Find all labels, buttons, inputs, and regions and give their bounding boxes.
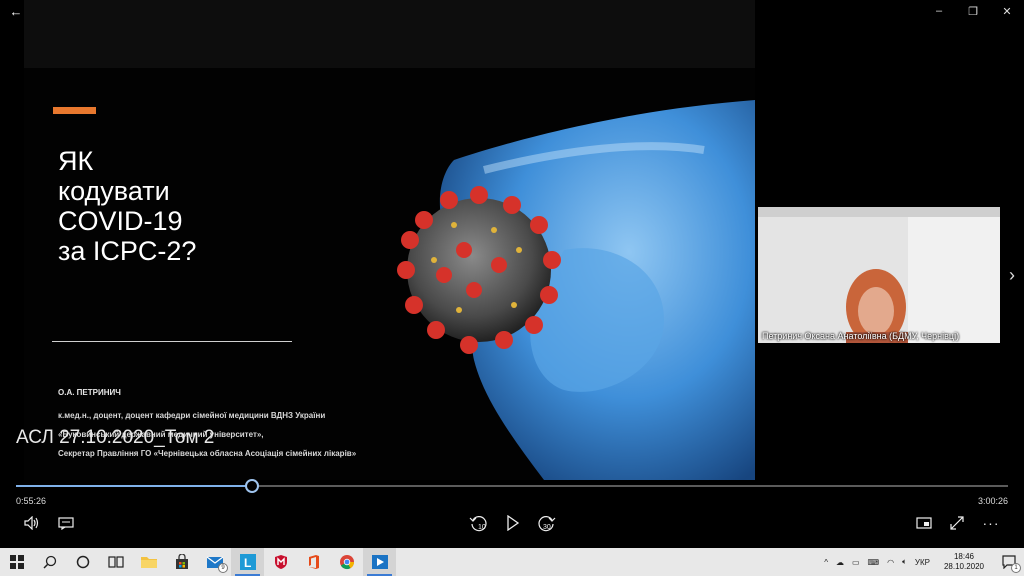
- play-button[interactable]: [503, 512, 523, 534]
- battery-icon[interactable]: ▭: [848, 558, 864, 567]
- slide-divider: [52, 341, 292, 342]
- volume-icon: [24, 516, 39, 530]
- svg-text:L: L: [244, 556, 251, 570]
- restore-button[interactable]: ❐: [956, 0, 990, 22]
- movies-app[interactable]: [363, 548, 396, 576]
- start-button[interactable]: [0, 548, 33, 576]
- subtitles-icon: [58, 517, 74, 530]
- next-participant-button[interactable]: ›: [1004, 264, 1020, 286]
- language-indicator[interactable]: УКР: [911, 558, 934, 567]
- slide-title-line: ЯК: [58, 146, 94, 176]
- task-view-button[interactable]: [99, 548, 132, 576]
- l-app[interactable]: L: [231, 548, 264, 576]
- slide-bio-line: к.мед.н., доцент, доцент кафедри сімейно…: [58, 411, 326, 420]
- volume-button[interactable]: [22, 512, 42, 534]
- circle-icon: [76, 555, 89, 569]
- participant-name: Петринич Оксана Анатоліївна (БДМУ, Черні…: [762, 331, 960, 341]
- subtitles-button[interactable]: [56, 512, 76, 534]
- gloved-hand-virus-image: [397, 100, 755, 480]
- current-time: 0:55:26: [16, 496, 47, 506]
- cortana-button[interactable]: [66, 548, 99, 576]
- slide-title: ЯК кодувати COVID-19 за ICPC-2?: [58, 146, 308, 266]
- onedrive-icon[interactable]: ☁: [832, 558, 848, 567]
- shield-icon: [274, 555, 287, 569]
- clock[interactable]: 18:46 28.10.2020: [934, 552, 994, 572]
- task-view-icon: [107, 556, 124, 568]
- mail-badge: 9: [218, 563, 228, 573]
- svg-text:30: 30: [543, 524, 551, 531]
- mini-view-icon: [916, 517, 932, 529]
- chevron-right-icon: ›: [1009, 264, 1015, 285]
- system-tray: ^ ☁ ▭ ⌨ ◠ 🔈︎ УКР 18:46 28.10.2020 1: [820, 548, 1024, 576]
- slide-accent-bar: [53, 107, 96, 114]
- mini-view-button[interactable]: [914, 512, 934, 534]
- video-frame-slide[interactable]: ЯК кодувати COVID-19 за ICPC-2? О.А. ПЕТ…: [24, 0, 755, 480]
- more-options-icon: ···: [982, 515, 1000, 531]
- skip-forward-button[interactable]: 30: [535, 512, 557, 534]
- minimize-icon: –: [935, 5, 943, 17]
- wifi-icon[interactable]: ◠: [883, 558, 898, 567]
- forward-30-icon: 30: [538, 516, 556, 532]
- store-icon: [175, 554, 188, 569]
- more-options-button[interactable]: ···: [980, 512, 1002, 534]
- slide-title-line: за ICPC-2?: [58, 236, 197, 266]
- notifications-button[interactable]: 1: [994, 548, 1024, 576]
- movies-tv-player-window: ← – ❐ ✕ ЯК кодувати COVID-19 за ICPC-2? …: [0, 0, 1024, 576]
- l-app-icon: L: [239, 554, 256, 570]
- slide-author: О.А. ПЕТРИНИЧ: [58, 388, 121, 397]
- arrow-left-icon: ←: [9, 3, 23, 19]
- close-button[interactable]: ✕: [990, 0, 1024, 22]
- office-app[interactable]: [297, 548, 330, 576]
- slide-title-line: COVID-19: [58, 206, 183, 236]
- mail-app[interactable]: 9: [198, 548, 231, 576]
- speaker-icon[interactable]: 🔈︎: [898, 557, 911, 567]
- clock-time: 18:46: [953, 552, 974, 561]
- close-icon: ✕: [1002, 5, 1012, 18]
- office-icon: [308, 555, 319, 569]
- slide-title-line: кодувати: [58, 176, 170, 206]
- search-icon: [42, 555, 56, 569]
- search-button[interactable]: [33, 548, 66, 576]
- mcafee-app[interactable]: [264, 548, 297, 576]
- fullscreen-icon: [950, 516, 964, 530]
- play-icon: [507, 515, 520, 531]
- windows-icon: [9, 555, 24, 569]
- participant-video[interactable]: Петринич Оксана Анатоліївна (БДМУ, Черні…: [758, 207, 1000, 343]
- chrome-app[interactable]: [330, 548, 363, 576]
- rewind-10-icon: 10: [469, 516, 487, 532]
- store-app[interactable]: [165, 548, 198, 576]
- seek-bar-progress: [16, 485, 253, 487]
- notification-badge: 1: [1011, 563, 1021, 573]
- folder-icon: [140, 557, 157, 568]
- seek-bar[interactable]: [16, 479, 1008, 493]
- restore-icon: ❐: [968, 5, 978, 18]
- chevron-up-icon[interactable]: ^: [820, 558, 832, 567]
- fullscreen-button[interactable]: [947, 512, 967, 534]
- windows-taskbar: 9 L ^ ☁ ▭ ⌨ ◠ 🔈︎ УКР 18:46 28.10.2020 1: [0, 548, 1024, 576]
- film-icon: [371, 555, 388, 569]
- total-time: 3:00:26: [977, 496, 1008, 506]
- minimize-button[interactable]: –: [922, 0, 956, 22]
- keyboard-icon[interactable]: ⌨: [864, 558, 884, 567]
- window-controls: – ❐ ✕: [922, 0, 1024, 22]
- clock-date: 28.10.2020: [943, 562, 984, 571]
- skip-back-button[interactable]: 10: [468, 512, 490, 534]
- chrome-icon: [339, 555, 354, 570]
- svg-text:10: 10: [478, 524, 486, 531]
- explorer-app[interactable]: [132, 548, 165, 576]
- video-title-overlay: АСЛ 27.10.2020_Том 2: [16, 427, 215, 448]
- seek-bar-thumb[interactable]: [245, 479, 260, 493]
- slide-top-band: [24, 0, 755, 68]
- participant-camera-image: [758, 207, 1000, 343]
